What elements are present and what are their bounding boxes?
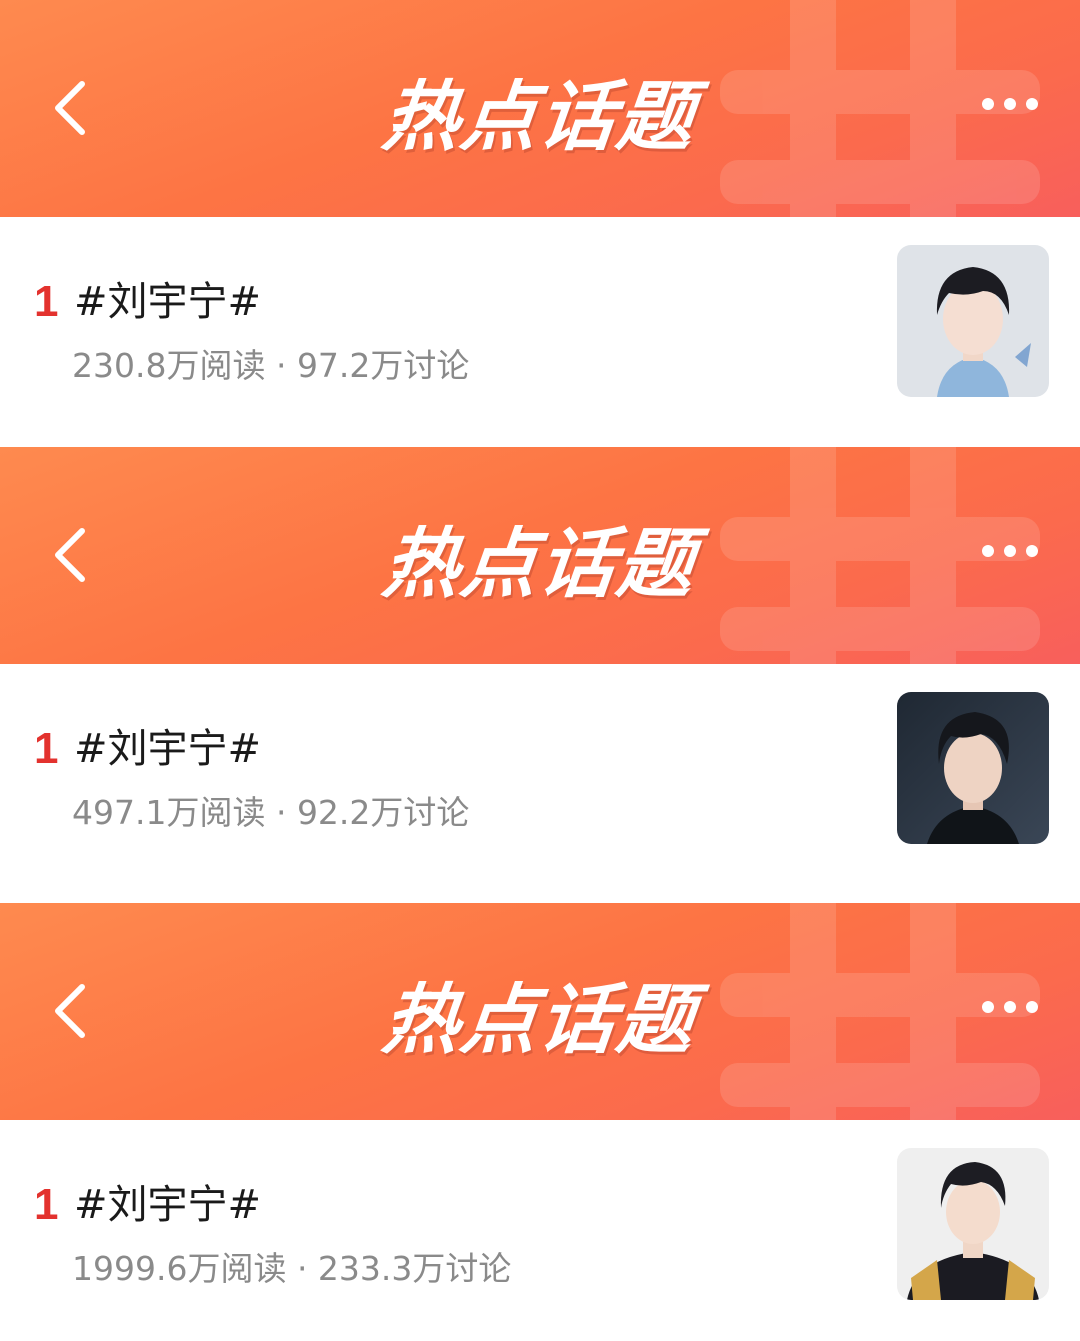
header-bar: 热点话题 <box>0 903 1080 1120</box>
topic-title[interactable]: #刘宇宁# <box>74 1172 261 1230</box>
header-bar: 热点话题 <box>0 447 1080 664</box>
topic-thumbnail[interactable] <box>897 692 1049 844</box>
more-dots-icon[interactable] <box>982 98 1038 112</box>
rank-number: 1 <box>34 1180 59 1229</box>
header-bar: 热点话题 <box>0 0 1080 217</box>
topic-stats: 230.8万阅读 · 97.2万讨论 <box>72 346 470 385</box>
rank-number: 1 <box>34 277 59 326</box>
topic-panel: 热点话题 1 #刘宇宁# 230.8万阅读 · 97.2万讨论 <box>0 0 1080 438</box>
topic-thumbnail[interactable] <box>897 245 1049 397</box>
topic-thumbnail[interactable] <box>897 1148 1049 1300</box>
topic-title[interactable]: #刘宇宁# <box>74 269 261 327</box>
topic-item[interactable]: 1 #刘宇宁# 497.1万阅读 · 92.2万讨论 <box>0 664 1080 885</box>
topic-stats: 1999.6万阅读 · 233.3万讨论 <box>72 1249 512 1288</box>
topic-panel: 热点话题 1 #刘宇宁# 497.1万阅读 · 92.2万讨论 <box>0 447 1080 888</box>
more-dots-icon[interactable] <box>982 545 1038 559</box>
topic-title[interactable]: #刘宇宁# <box>74 716 261 774</box>
topic-item[interactable]: 1 #刘宇宁# 230.8万阅读 · 97.2万讨论 <box>0 217 1080 438</box>
topic-item[interactable]: 1 #刘宇宁# 1999.6万阅读 · 233.3万讨论 <box>0 1120 1080 1341</box>
page-title: 热点话题 <box>378 975 700 1064</box>
topic-panel: 热点话题 1 #刘宇宁# 1999.6万阅读 · 233.3万讨论 <box>0 903 1080 1341</box>
rank-number: 1 <box>34 724 59 773</box>
more-dots-icon[interactable] <box>982 1001 1038 1015</box>
topic-stats: 497.1万阅读 · 92.2万讨论 <box>72 793 470 832</box>
page-title: 热点话题 <box>378 519 700 608</box>
page-title: 热点话题 <box>378 72 700 161</box>
